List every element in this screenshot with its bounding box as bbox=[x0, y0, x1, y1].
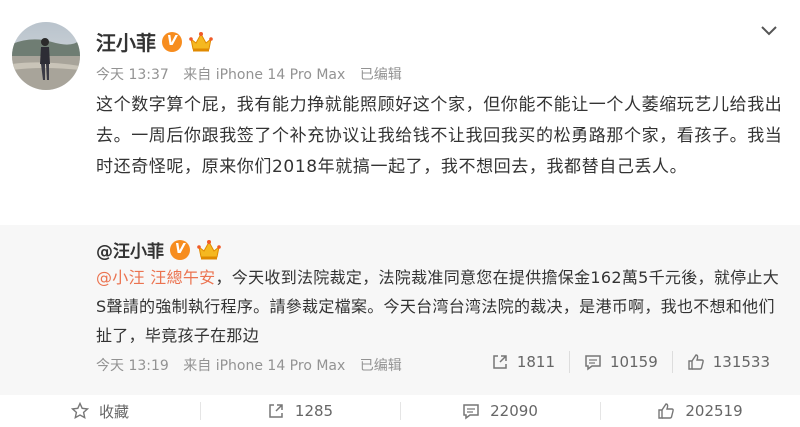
repost-text: @小汪 汪總午安，今天收到法院裁定，法院裁准同意您在提供擔保金162萬5千元後，… bbox=[96, 263, 788, 350]
repost-time[interactable]: 今天 13:19 bbox=[96, 358, 169, 374]
comment-count: 22090 bbox=[490, 402, 538, 420]
weibo-post: 汪小菲 V 今天 13:37 来自 iPhone 14 Pro Max 已编辑 … bbox=[0, 0, 800, 427]
comment-icon bbox=[463, 404, 479, 420]
action-bar: 收藏 1285 22090 202519 bbox=[0, 395, 800, 427]
repost-reposts-count: 1811 bbox=[516, 353, 556, 371]
crown-icon bbox=[189, 31, 213, 51]
chevron-down-icon[interactable] bbox=[760, 24, 778, 38]
avatar[interactable] bbox=[12, 22, 80, 90]
post-edited[interactable]: 已编辑 bbox=[360, 67, 402, 83]
comment-icon bbox=[585, 355, 601, 371]
repost-comments[interactable]: 10159 bbox=[569, 351, 672, 373]
post-time[interactable]: 今天 13:37 bbox=[96, 67, 169, 83]
like-count: 202519 bbox=[685, 402, 743, 420]
crown-icon bbox=[197, 239, 221, 259]
repost-mentions[interactable]: @小汪 汪總午安 bbox=[96, 268, 216, 287]
thumbs-up-icon bbox=[658, 403, 675, 419]
post-source: 来自 iPhone 14 Pro Max bbox=[183, 67, 346, 83]
post-content: 这个数字算个屁，我有能力挣就能照顾好这个家，但你能不能让一个人萎缩玩艺儿给我出去… bbox=[96, 95, 783, 177]
comment-button[interactable]: 22090 bbox=[400, 395, 600, 427]
star-icon bbox=[70, 402, 89, 419]
repost-author[interactable]: @汪小菲 bbox=[96, 237, 164, 262]
repost-likes-count: 131533 bbox=[712, 353, 770, 371]
favorite-label: 收藏 bbox=[98, 402, 129, 421]
repost-header: @汪小菲 V bbox=[96, 237, 222, 262]
repost-card[interactable]: @汪小菲 V @小汪 汪總午安，今天收到法院裁定，法院裁准同意您在提供擔保金16… bbox=[0, 225, 800, 395]
like-button[interactable]: 202519 bbox=[600, 395, 800, 427]
verified-badge-icon: V bbox=[170, 239, 190, 260]
verified-badge-icon: V bbox=[162, 31, 182, 52]
repost-count: 1285 bbox=[294, 402, 334, 420]
author-name[interactable]: 汪小菲 bbox=[96, 27, 156, 56]
post-meta: 今天 13:37 来自 iPhone 14 Pro Max 已编辑 bbox=[96, 64, 412, 84]
share-icon bbox=[269, 404, 283, 418]
share-icon bbox=[493, 355, 507, 369]
favorite-button[interactable]: 收藏 bbox=[0, 395, 200, 427]
repost-reposts[interactable]: 1811 bbox=[477, 351, 569, 373]
repost-stats: 1811 10159 131533 bbox=[477, 351, 784, 373]
repost-edited[interactable]: 已编辑 bbox=[360, 358, 402, 374]
repost-meta: 今天 13:19 来自 iPhone 14 Pro Max 已编辑 bbox=[96, 355, 412, 375]
repost-button[interactable]: 1285 bbox=[200, 395, 400, 427]
repost-source: 来自 iPhone 14 Pro Max bbox=[183, 358, 346, 374]
repost-comments-count: 10159 bbox=[610, 353, 658, 371]
repost-likes[interactable]: 131533 bbox=[671, 351, 784, 373]
thumbs-up-icon bbox=[688, 354, 704, 370]
post-header: 汪小菲 V bbox=[96, 27, 214, 56]
